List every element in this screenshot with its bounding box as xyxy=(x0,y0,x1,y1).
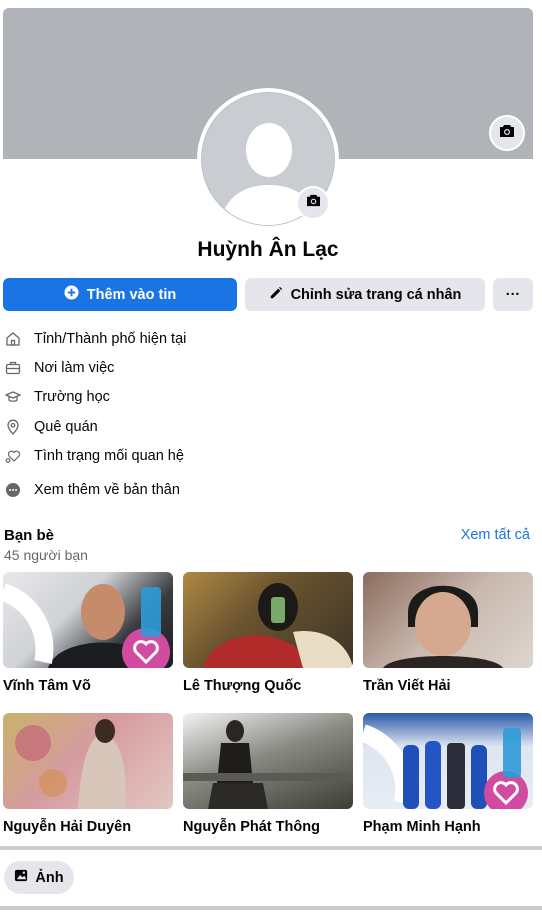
edit-profile-label: Chỉnh sửa trang cá nhân xyxy=(290,286,462,303)
detail-current-city[interactable]: Tỉnh/Thành phố hiện tại xyxy=(4,324,524,353)
friend-name[interactable]: Lê Thượng Quốc xyxy=(183,678,353,694)
see-more-about-button[interactable]: Xem thêm về bản thân xyxy=(4,475,524,504)
friend-name[interactable]: Trần Viết Hải xyxy=(363,678,533,694)
pencil-icon xyxy=(269,286,283,304)
see-all-friends-link[interactable]: Xem tất cả xyxy=(461,527,530,543)
detail-relationship[interactable]: Tình trạng mối quan hệ xyxy=(4,441,524,470)
detail-school[interactable]: Trường học xyxy=(4,383,524,412)
camera-icon xyxy=(499,124,515,143)
avatar-camera-button[interactable] xyxy=(296,186,330,220)
graduation-cap-icon xyxy=(4,388,22,406)
hearts-icon xyxy=(4,447,22,465)
photos-icon xyxy=(14,868,29,887)
camera-icon xyxy=(306,194,321,212)
friend-card[interactable]: Nguyễn Hải Duyên xyxy=(3,713,173,835)
photos-label: Ảnh xyxy=(35,869,64,886)
section-divider xyxy=(0,906,542,910)
edit-profile-button[interactable]: Chỉnh sửa trang cá nhân xyxy=(245,278,485,311)
friend-card[interactable]: Nguyễn Phát Thông xyxy=(183,713,353,835)
friend-photo[interactable] xyxy=(363,572,533,668)
plus-circle-icon xyxy=(64,285,79,304)
friends-count: 45 người bạn xyxy=(4,547,88,563)
location-pin-icon xyxy=(4,418,22,436)
profile-details: Tỉnh/Thành phố hiện tại Nơi làm việc Trư… xyxy=(4,324,524,505)
add-to-story-label: Thêm vào tin xyxy=(86,286,177,303)
detail-hometown[interactable]: Quê quán xyxy=(4,412,524,441)
more-dots-icon: ··· xyxy=(505,286,521,303)
photos-tab-button[interactable]: Ảnh xyxy=(4,861,74,894)
briefcase-icon xyxy=(4,359,22,377)
friend-photo[interactable] xyxy=(3,713,173,809)
friend-card[interactable]: Vĩnh Tâm Võ xyxy=(3,572,173,694)
friend-name[interactable]: Phạm Minh Hạnh xyxy=(363,819,533,835)
friend-photo[interactable] xyxy=(3,572,173,668)
friend-card[interactable]: Phạm Minh Hạnh xyxy=(363,713,533,835)
friend-name[interactable]: Nguyễn Phát Thông xyxy=(183,819,353,835)
friend-name[interactable]: Vĩnh Tâm Võ xyxy=(3,678,173,694)
detail-label: Tỉnh/Thành phố hiện tại xyxy=(34,330,187,347)
profile-name: Huỳnh Ân Lạc xyxy=(197,238,339,261)
friend-card[interactable]: Lê Thượng Quốc xyxy=(183,572,353,694)
friends-title: Bạn bè xyxy=(4,527,55,544)
detail-label: Xem thêm về bản thân xyxy=(34,482,180,499)
detail-workplace[interactable]: Nơi làm việc xyxy=(4,353,524,382)
more-dots-icon xyxy=(4,481,22,499)
cover-camera-button[interactable] xyxy=(489,115,525,151)
detail-label: Tình trạng mối quan hệ xyxy=(34,447,184,464)
friend-photo[interactable] xyxy=(183,572,353,668)
friend-name[interactable]: Nguyễn Hải Duyên xyxy=(3,819,173,835)
detail-label: Trường học xyxy=(34,389,110,406)
add-to-story-button[interactable]: Thêm vào tin xyxy=(3,278,237,311)
friend-photo[interactable] xyxy=(183,713,353,809)
more-options-button[interactable]: ··· xyxy=(493,278,533,311)
friend-photo[interactable] xyxy=(363,713,533,809)
section-divider xyxy=(0,846,542,850)
home-icon xyxy=(4,330,22,348)
friend-card[interactable]: Trần Viết Hải xyxy=(363,572,533,694)
detail-label: Quê quán xyxy=(34,418,98,435)
detail-label: Nơi làm việc xyxy=(34,359,115,376)
